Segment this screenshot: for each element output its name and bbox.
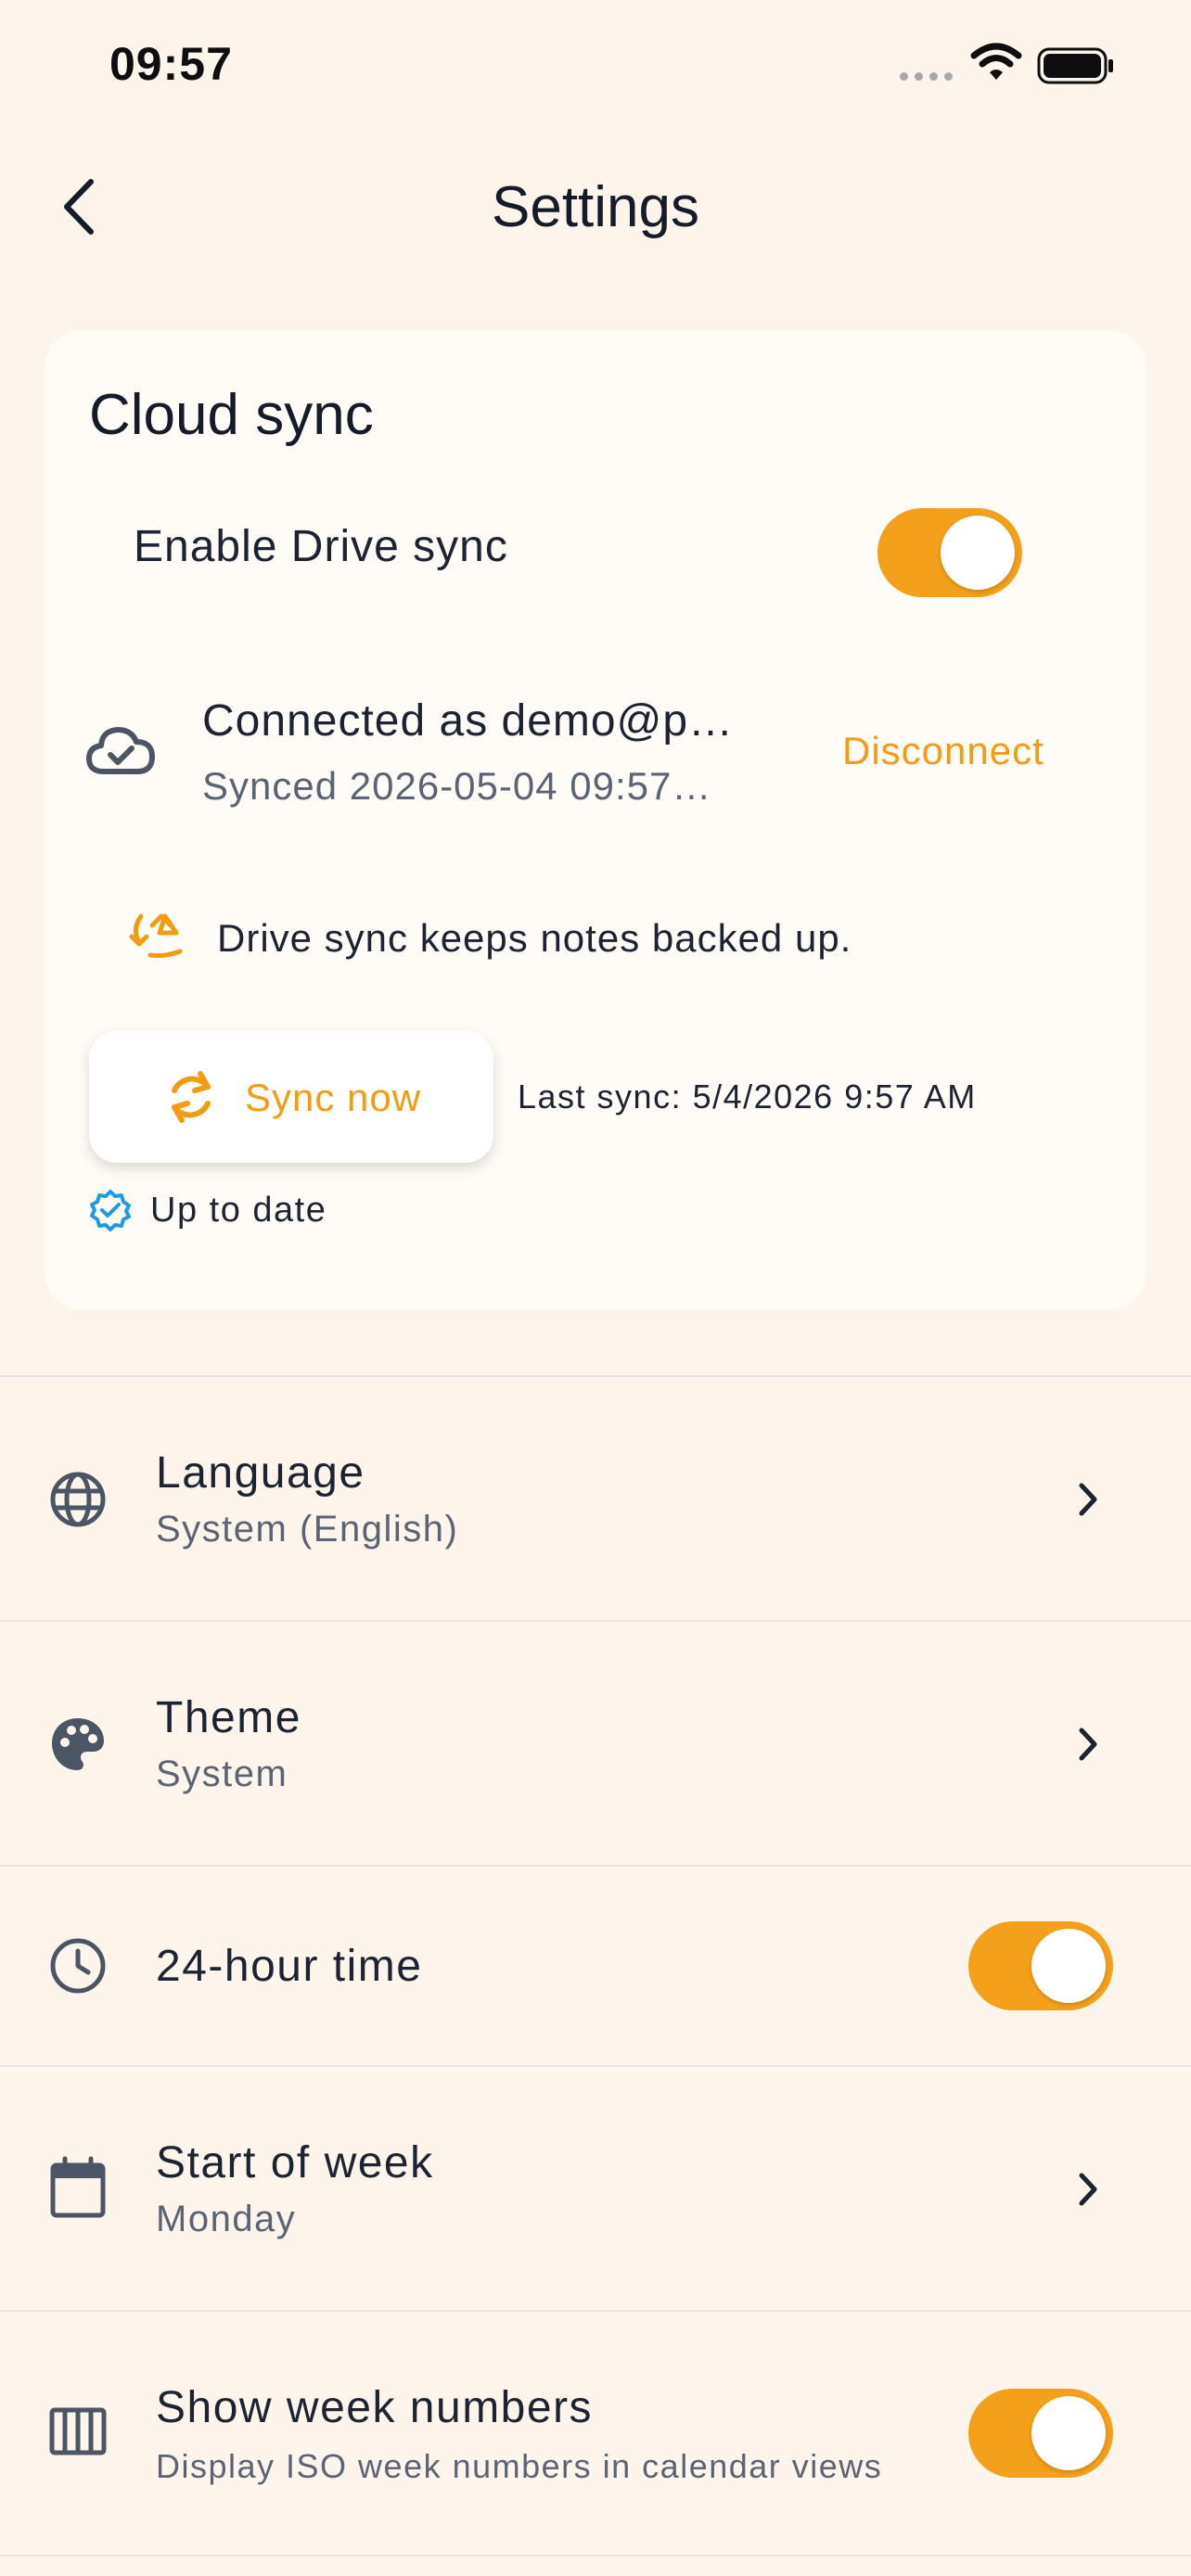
week-columns-icon [49, 2407, 107, 2455]
calendar-icon [50, 2156, 106, 2218]
last-sync-text: Last sync: 5/4/2026 9:57 AM [518, 1078, 977, 1116]
chevron-right-icon [1079, 2173, 1097, 2206]
list-divider [0, 2555, 1191, 2557]
refresh-icon [172, 1071, 211, 1123]
setting-title: 24-hour time [156, 1942, 423, 1991]
sync-arrows-icon [129, 913, 183, 958]
sync-now-button[interactable]: Sync now [89, 1031, 493, 1163]
cloud-sync-card: Cloud sync Enable Drive sync Connected a… [45, 330, 1146, 1309]
page-title: Settings [491, 175, 700, 239]
chevron-right-icon [1079, 1728, 1097, 1761]
synced-timestamp: Synced 2026-05-04 09:57… [202, 764, 712, 808]
enable-drive-sync-toggle[interactable] [877, 508, 1022, 597]
setting-theme[interactable]: Theme System [0, 1620, 1191, 1865]
setting-start-of-week[interactable]: Start of week Monday [0, 2065, 1191, 2310]
setting-title: Start of week [156, 2138, 434, 2187]
setting-title: Language [156, 1448, 365, 1498]
connected-account: Connected as demo@p… [202, 696, 735, 746]
setting-language[interactable]: Language System (English) [0, 1375, 1191, 1620]
setting-title: Theme [156, 1693, 301, 1742]
sync-status-text: Up to date [150, 1191, 327, 1230]
sync-now-label: Sync now [245, 1076, 422, 1119]
disconnect-button[interactable]: Disconnect [842, 729, 1044, 773]
sync-hint-text: Drive sync keeps notes backed up. [217, 916, 852, 960]
cellular-signal-icon [900, 72, 953, 81]
toggle-knob [1031, 2396, 1106, 2470]
setting-24-hour-time: 24-hour time [0, 1865, 1191, 2065]
status-time: 09:57 [109, 38, 233, 90]
globe-icon [50, 1472, 106, 1527]
battery-icon [1037, 47, 1113, 84]
status-bar: 09:57 [0, 0, 1191, 139]
setting-value: Monday [156, 2199, 297, 2239]
chevron-right-icon [1079, 1483, 1097, 1516]
setting-description: Display ISO week numbers in calendar vie… [156, 2447, 883, 2485]
cloud-check-icon [86, 727, 155, 774]
enable-drive-sync-label: Enable Drive sync [134, 522, 508, 571]
nav-bar: Settings [0, 158, 1191, 260]
setting-value: System (English) [156, 1509, 459, 1549]
wifi-icon [970, 43, 1022, 80]
setting-value: System [156, 1753, 288, 1794]
setting-show-week-numbers: Show week numbers Display ISO week numbe… [0, 2310, 1191, 2555]
clock-icon [50, 1938, 106, 1994]
cloud-sync-title: Cloud sync [89, 383, 374, 447]
palette-icon [52, 1718, 104, 1770]
setting-title: Show week numbers [156, 2383, 594, 2432]
toggle-knob [941, 516, 1015, 590]
toggle-knob [1031, 1929, 1106, 2003]
verified-badge-icon [90, 1190, 131, 1231]
24-hour-time-toggle[interactable] [968, 1921, 1113, 2010]
show-week-numbers-toggle[interactable] [968, 2389, 1113, 2478]
